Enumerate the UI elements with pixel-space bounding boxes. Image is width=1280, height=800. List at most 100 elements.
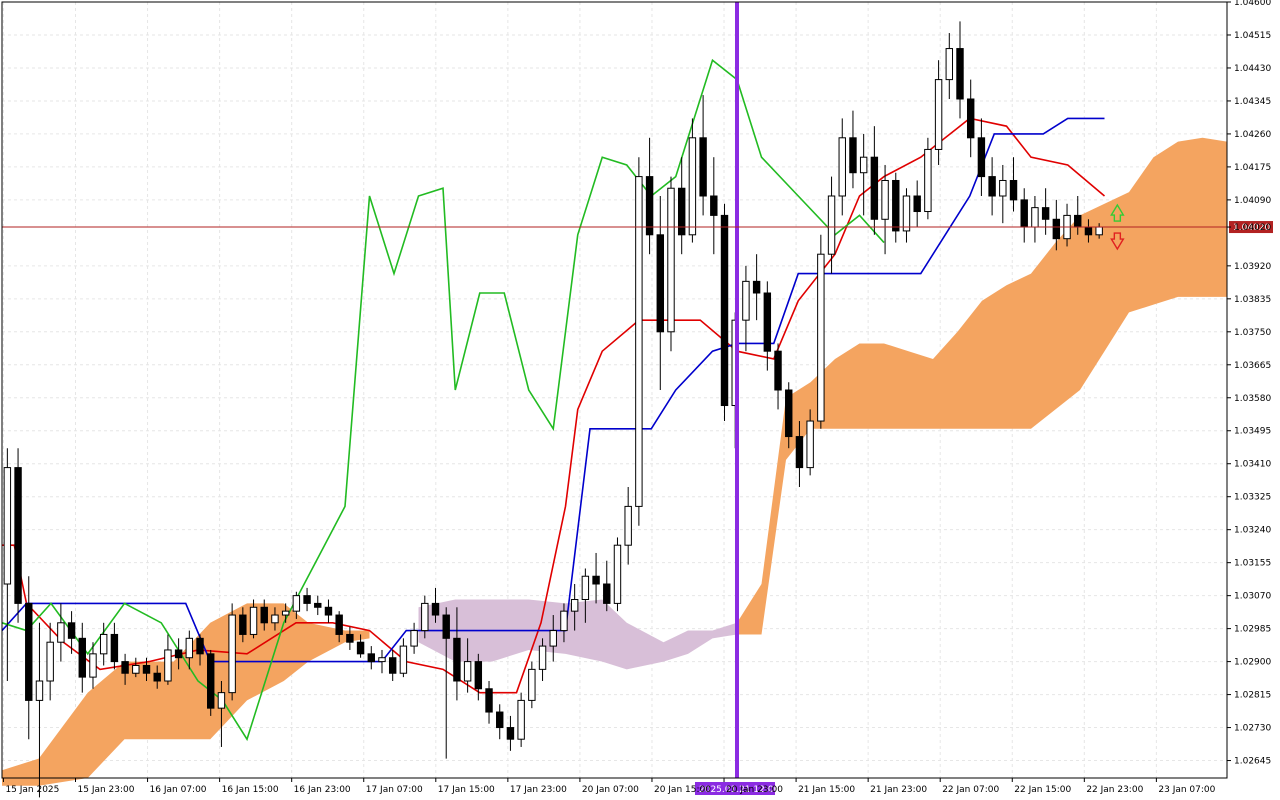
candle-bear — [785, 389, 793, 438]
candle-bull — [945, 48, 954, 81]
candle-bull — [164, 649, 172, 682]
x-tick-label: 20 Jan 23:00 — [726, 785, 783, 795]
y-tick-label: 1.03070 — [1234, 592, 1271, 602]
candle-bear — [388, 657, 397, 674]
candle-bear — [774, 350, 782, 391]
y-tick-label: 1.02730 — [1234, 724, 1271, 734]
candle-bull — [281, 610, 290, 616]
candle-bull — [859, 156, 868, 174]
candle-bull — [560, 610, 568, 632]
candle-bear — [14, 467, 22, 604]
y-tick-label: 1.03325 — [1234, 493, 1271, 503]
candle-bull — [410, 630, 418, 647]
candle-bull — [924, 148, 932, 213]
candle-bear — [892, 179, 900, 232]
candle-bear — [1084, 226, 1093, 236]
y-tick-label: 1.04600 — [1234, 0, 1271, 8]
x-tick-label: 16 Jan 15:00 — [222, 785, 279, 795]
candle-bear — [121, 661, 129, 674]
y-tick-label: 1.03835 — [1234, 295, 1271, 305]
candle-bull — [635, 176, 643, 507]
candle-bear — [110, 633, 119, 663]
x-tick-label: 20 Jan 07:00 — [582, 785, 639, 795]
candle-bull — [667, 187, 675, 333]
candle-bear — [1052, 218, 1061, 240]
y-tick-label: 1.02645 — [1234, 757, 1271, 767]
candle-bear — [485, 688, 493, 713]
candle-bear — [207, 653, 215, 709]
candle-bull — [817, 253, 825, 422]
y-tick-label: 1.03920 — [1234, 262, 1271, 272]
ichimoku-chart: 2025.01.21 12:00 1.04020 1.04600 1.04515 1.… — [0, 0, 1280, 800]
candle-bear — [431, 602, 440, 616]
candle-bear — [142, 664, 151, 674]
candle-bear — [78, 637, 86, 678]
candle-bull — [228, 614, 236, 694]
y-tick-label: 1.03410 — [1234, 460, 1271, 470]
candle-bull — [185, 637, 194, 659]
candle-bull — [399, 645, 408, 674]
y-tick-label: 1.03665 — [1234, 361, 1271, 371]
candle-bear — [335, 614, 343, 635]
candle-bear — [496, 711, 504, 729]
candle-bull — [46, 641, 54, 682]
x-tick-label: 23 Jan 07:00 — [1158, 785, 1215, 795]
candle-bear — [710, 195, 718, 216]
candle-bull — [421, 602, 429, 632]
candle-bull — [934, 79, 943, 150]
candle-bear — [966, 98, 975, 139]
candle-bear — [314, 602, 322, 608]
candle-bull — [1095, 226, 1103, 236]
kumo-cloud — [2, 137, 1227, 786]
y-tick-label: 1.04345 — [1234, 97, 1271, 107]
candle-bear — [506, 727, 515, 740]
candle-bear — [720, 214, 729, 407]
candle-bear — [1009, 179, 1018, 201]
x-tick-label: 22 Jan 23:00 — [1086, 785, 1143, 795]
candle-bear — [795, 436, 804, 469]
kumo-bull-area — [737, 137, 1227, 635]
candle-bear — [603, 583, 611, 604]
y-tick-label: 1.02900 — [1234, 658, 1271, 668]
candle-bear — [153, 672, 161, 682]
candle-bear — [356, 641, 365, 655]
candle-bear — [346, 633, 354, 643]
candle-bull — [624, 505, 632, 546]
candle-bull — [688, 137, 697, 236]
candle-bear — [453, 637, 461, 682]
candle-bull — [999, 179, 1007, 197]
candle-bear — [196, 637, 204, 655]
y-tick-label: 1.04175 — [1234, 163, 1271, 173]
y-tick-label: 1.03580 — [1234, 394, 1271, 404]
candle-bull — [1031, 207, 1039, 228]
y-tick-label: 1.04515 — [1234, 31, 1271, 41]
candle-bull — [581, 575, 590, 601]
candle-bull — [881, 179, 889, 220]
candle-bear — [442, 614, 450, 639]
candle-bear — [592, 575, 600, 585]
candle-bear — [752, 280, 761, 294]
candle-bear — [239, 614, 247, 635]
candle-bull — [3, 467, 12, 585]
candle-bear — [474, 661, 483, 690]
candle-bull — [99, 633, 108, 655]
chart-canvas: 2025.01.21 12:001.04020 1.046001.045151.… — [1, 0, 1273, 798]
candle-bull — [517, 699, 525, 740]
candle-bear — [870, 156, 879, 220]
candle-bear — [260, 606, 268, 624]
y-tick-label: 1.02985 — [1234, 625, 1271, 635]
x-tick-label: 22 Jan 07:00 — [942, 785, 999, 795]
candle-bear — [763, 292, 772, 352]
x-tick-label: 15 Jan 23:00 — [78, 785, 135, 795]
y-tick-label: 1.03155 — [1234, 559, 1271, 569]
candle-bull — [549, 630, 557, 647]
candle-bear — [913, 195, 921, 213]
candle-bear — [1041, 207, 1050, 220]
candle-bull — [827, 195, 836, 255]
candle-bear — [367, 653, 375, 663]
candle-bear — [699, 137, 707, 197]
candle-bear — [677, 187, 686, 236]
candle-bull — [132, 664, 140, 674]
candle-bear — [849, 137, 857, 174]
y-tick-label: 1.03750 — [1234, 328, 1271, 338]
